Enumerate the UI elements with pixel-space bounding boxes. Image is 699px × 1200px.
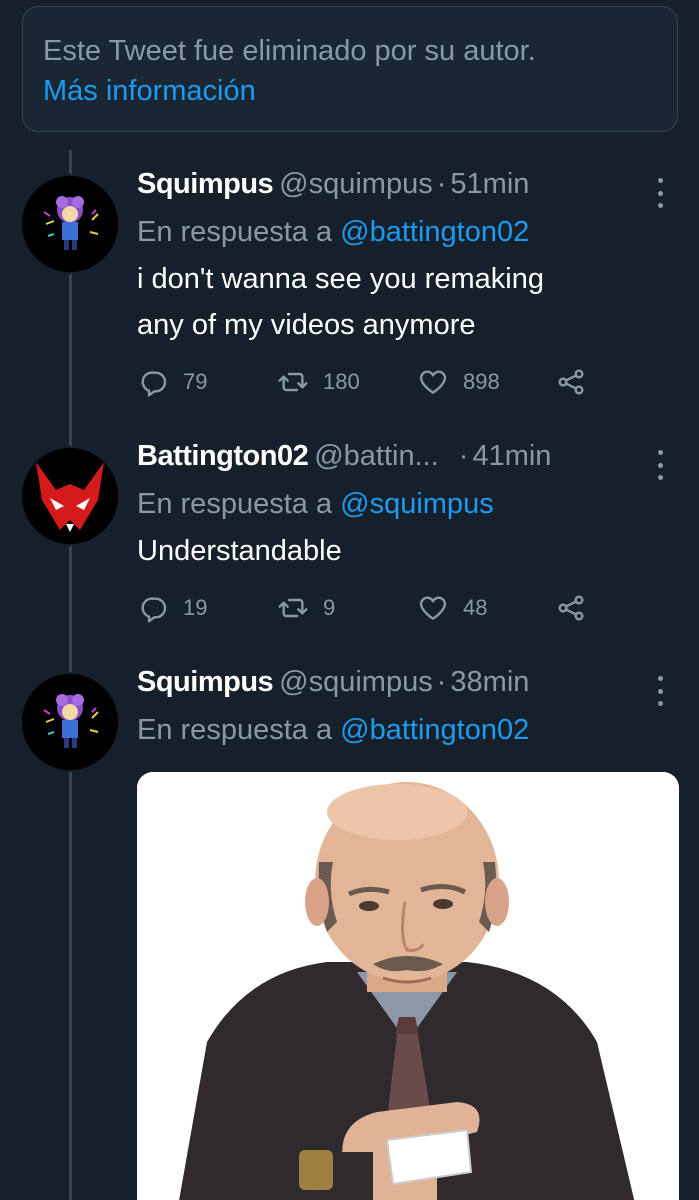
retweet-button[interactable]: 180 xyxy=(277,366,360,398)
like-button[interactable]: 48 xyxy=(417,592,487,624)
tweet-header: Squimpus @squimpus · 38min xyxy=(137,666,682,708)
display-name[interactable]: Squimpus xyxy=(137,666,274,699)
tweet-actions: 19 9 48 xyxy=(137,592,682,632)
more-icon[interactable] xyxy=(656,676,664,706)
like-button[interactable]: 898 xyxy=(417,366,500,398)
share-icon xyxy=(558,595,584,621)
thread-line xyxy=(69,274,72,446)
like-icon xyxy=(419,596,447,620)
like-icon xyxy=(419,370,447,394)
tweet-actions: 79 180 898 xyxy=(137,366,682,406)
separator-dot: · xyxy=(458,440,469,472)
share-button[interactable] xyxy=(555,366,587,398)
tweet-body: i don't wanna see you remaking any of my… xyxy=(137,256,682,348)
reply-context: En respuesta a @squimpus xyxy=(137,482,682,526)
thread-line xyxy=(69,772,72,1200)
tweet-text-line: i don't wanna see you remaking xyxy=(137,263,544,295)
tweet-2[interactable]: Battington02 @battin... · 41min En respu… xyxy=(137,440,682,632)
reply-to-link[interactable]: @squimpus xyxy=(340,488,494,520)
reply-count: 19 xyxy=(183,595,208,620)
reply-prefix: En respuesta a xyxy=(137,216,333,248)
tweet-body: Understandable xyxy=(137,528,682,574)
tweet-text-line: any of my videos anymore xyxy=(137,309,476,341)
timestamp[interactable]: 41min xyxy=(472,440,551,473)
tweet-text-line: Understandable xyxy=(137,535,342,567)
timestamp[interactable]: 38min xyxy=(450,666,529,699)
display-name[interactable]: Battington02 xyxy=(137,440,309,473)
more-icon[interactable] xyxy=(656,450,664,480)
reply-to-link[interactable]: @battington02 xyxy=(340,714,529,746)
deleted-tweet-text: Este Tweet fue eliminado por su autor. xyxy=(43,35,536,67)
tweet-1[interactable]: Squimpus @squimpus · 51min En respuesta … xyxy=(137,168,682,406)
avatar-squimpus[interactable] xyxy=(22,674,118,770)
like-count: 898 xyxy=(463,369,500,394)
thread-line xyxy=(69,150,72,174)
avatar-battington02[interactable] xyxy=(22,448,118,544)
tweet-3[interactable]: Squimpus @squimpus · 38min En respuesta … xyxy=(137,666,682,752)
more-info-link[interactable]: Más información xyxy=(43,71,657,111)
reply-icon xyxy=(141,597,167,623)
handle[interactable]: @squimpus xyxy=(279,168,433,201)
retweet-icon xyxy=(278,372,308,392)
reply-to-link[interactable]: @battington02 xyxy=(340,216,529,248)
thread-page: Este Tweet fue eliminado por su autor. M… xyxy=(0,0,699,1200)
retweet-icon xyxy=(278,598,308,618)
avatar-squimpus[interactable] xyxy=(22,176,118,272)
separator-dot: · xyxy=(436,666,447,698)
reply-button[interactable]: 19 xyxy=(137,592,207,624)
reply-context: En respuesta a @battington02 xyxy=(137,210,682,254)
handle[interactable]: @battin... xyxy=(314,440,439,473)
tweet-header: Battington02 @battin... · 41min xyxy=(137,440,682,482)
retweet-count: 9 xyxy=(323,595,336,620)
tweet-media-image[interactable] xyxy=(137,772,679,1200)
thread-line xyxy=(69,546,72,672)
reply-prefix: En respuesta a xyxy=(137,488,333,520)
tweet-header: Squimpus @squimpus · 51min xyxy=(137,168,682,210)
share-button[interactable] xyxy=(555,592,587,624)
timestamp[interactable]: 51min xyxy=(450,168,529,201)
retweet-button[interactable]: 9 xyxy=(277,592,335,624)
photo-illustration xyxy=(137,772,679,1200)
share-icon xyxy=(558,369,584,395)
reply-count: 79 xyxy=(183,369,208,394)
deleted-tweet-notice: Este Tweet fue eliminado por su autor. M… xyxy=(22,6,678,132)
display-name[interactable]: Squimpus xyxy=(137,168,274,201)
more-icon[interactable] xyxy=(656,178,664,208)
reply-context: En respuesta a @battington02 xyxy=(137,708,682,752)
reply-button[interactable]: 79 xyxy=(137,366,207,398)
like-count: 48 xyxy=(463,595,488,620)
reply-icon xyxy=(141,371,167,397)
retweet-count: 180 xyxy=(323,369,360,394)
separator-dot: · xyxy=(436,168,447,200)
reply-prefix: En respuesta a xyxy=(137,714,333,746)
handle[interactable]: @squimpus xyxy=(279,666,433,699)
